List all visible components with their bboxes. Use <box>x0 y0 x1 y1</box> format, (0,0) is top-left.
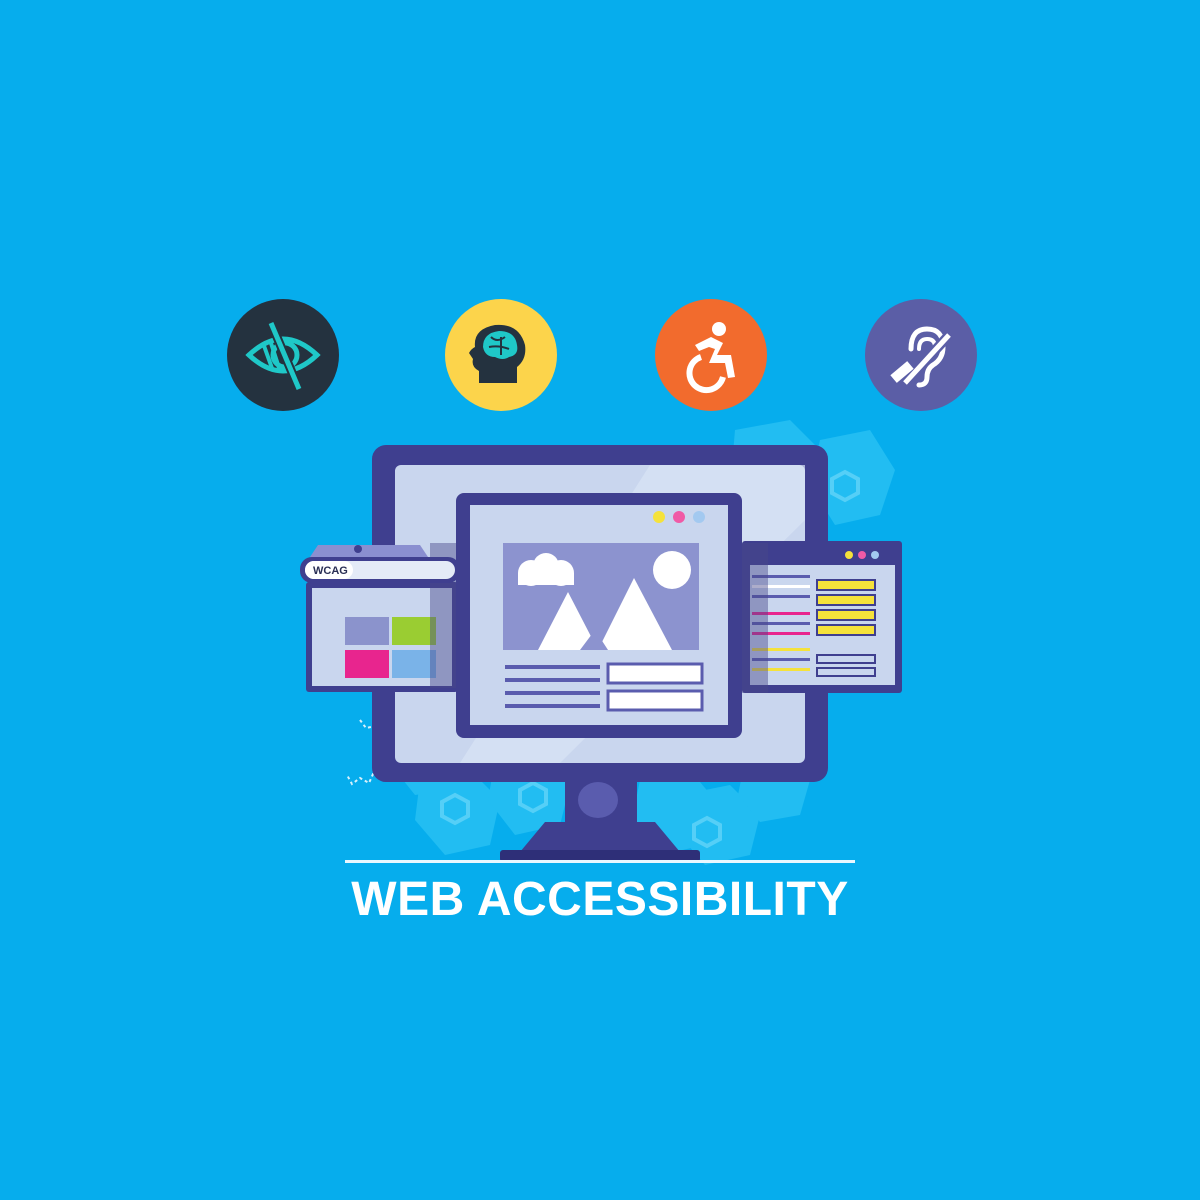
right-panel <box>742 541 902 693</box>
wcag-search-tag: WCAG <box>313 565 348 577</box>
hearing-badge <box>865 299 977 411</box>
visual-impairment-icon <box>245 321 321 391</box>
hearing-impairment-icon <box>890 326 955 389</box>
page-title: WEB ACCESSIBILITY <box>351 873 849 926</box>
visual-impairment-badge <box>227 299 339 411</box>
mobility-badge <box>655 299 767 411</box>
illustration-canvas <box>300 420 902 865</box>
center-browser-window <box>456 493 742 738</box>
cognitive-brain-icon <box>469 324 526 383</box>
cognitive-badge <box>445 299 557 411</box>
wheelchair-icon <box>686 322 735 394</box>
title-divider <box>345 860 855 863</box>
